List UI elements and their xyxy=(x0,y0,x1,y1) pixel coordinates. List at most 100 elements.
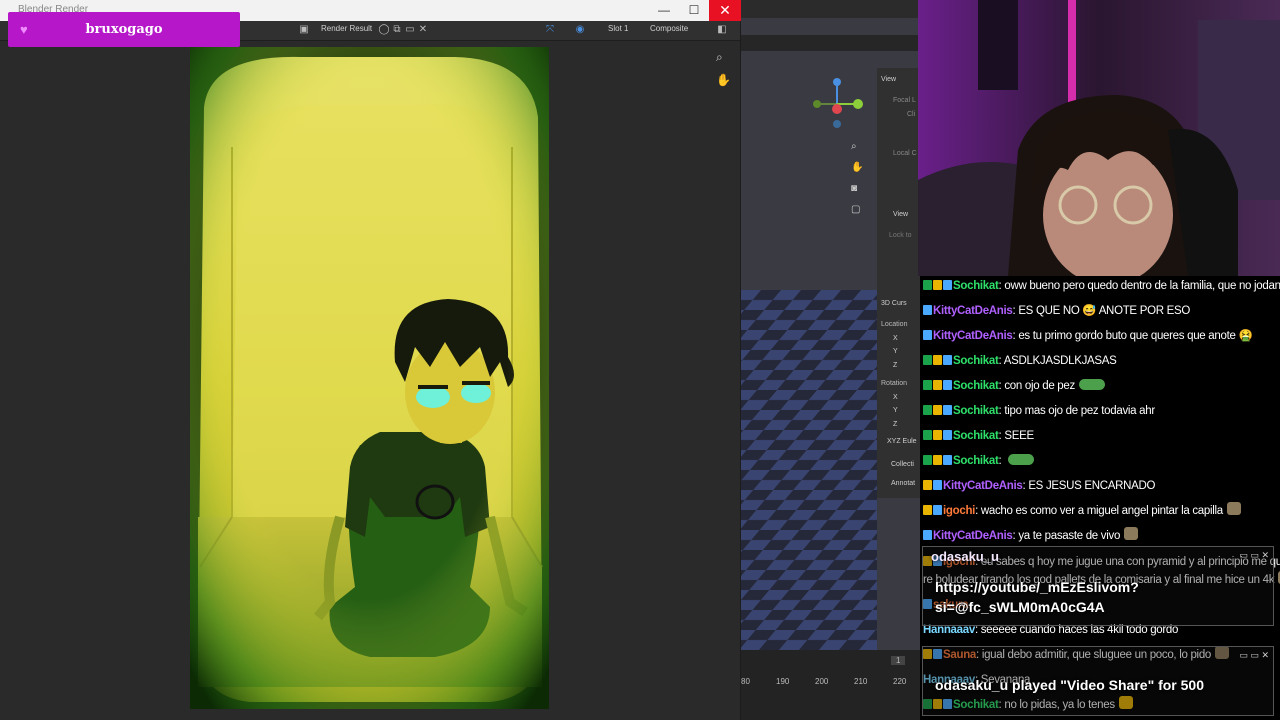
3d-cursor-header[interactable]: 3D Curs xyxy=(881,300,907,307)
subscriber-badge-icon xyxy=(943,455,952,465)
timeline-tick: 190 xyxy=(776,677,790,686)
sidebar-npanel: View Focal L Cli Local C View Lock to 3D… xyxy=(877,68,920,498)
chat-message: KittyCatDeAnis: ES JESUS ENCARNADO xyxy=(923,476,1156,496)
slot-dropdown[interactable]: Slot 1 xyxy=(608,24,628,33)
emote-icon xyxy=(1124,527,1139,540)
unlink-icon[interactable]: ✕ xyxy=(417,24,429,36)
chat-message: Sochikat: con ojo de pez xyxy=(923,376,1105,396)
alert-link[interactable]: https://youtube/_mEzEslivom? xyxy=(935,579,1139,595)
local-camera-label: Local C xyxy=(893,150,917,157)
folder-icon[interactable]: ▭ xyxy=(404,24,416,36)
image-icon[interactable]: ▣ xyxy=(298,24,310,36)
subscriber-badge-icon xyxy=(943,380,952,390)
chat-username: KittyCatDeAnis xyxy=(933,530,1013,542)
overlay-icon[interactable]: ◉ xyxy=(574,24,586,36)
clip-label: Cli xyxy=(907,111,916,118)
streamer-name: bruxogago xyxy=(85,22,163,37)
streamer-name-banner: ♥ bruxogago xyxy=(8,12,240,47)
gizmo-icon[interactable]: ⤧ xyxy=(544,24,556,36)
crown-badge-icon xyxy=(933,380,942,390)
crown-badge-icon xyxy=(923,505,932,515)
chat-message: igochi: wacho es como ver a miguel angel… xyxy=(923,501,1241,521)
viewport-header xyxy=(741,35,920,51)
chat-message: Sochikat: oww bueno pero quedo dentro de… xyxy=(923,276,1280,296)
render-side-tools: ⌕ ✋ xyxy=(716,50,731,87)
chat-text: wacho es como ver a miguel angel pintar … xyxy=(980,505,1223,517)
subscriber-badge-icon xyxy=(943,355,952,365)
chat-message: Sochikat: SEEE xyxy=(923,426,1034,446)
crown-badge-icon xyxy=(933,405,942,415)
chat-username: KittyCatDeAnis xyxy=(933,305,1013,317)
channels-icon[interactable]: ◧ xyxy=(716,24,728,36)
crown-badge-icon xyxy=(923,480,932,490)
crown-badge-icon xyxy=(933,280,942,290)
subscriber-badge-icon xyxy=(923,530,932,540)
stream-frame: Blender Render — ☐ ✕ ▣ Render Result ◯ ⧉… xyxy=(0,0,1280,720)
chat-message: KittyCatDeAnis: ES QUE NO 😅 ANOTE POR ES… xyxy=(923,301,1190,321)
render-window: Blender Render — ☐ ✕ ▣ Render Result ◯ ⧉… xyxy=(0,0,741,720)
alert-link-2: si=@fc_sWLM0mA0cG4A xyxy=(935,599,1105,615)
zoom-icon[interactable]: ⌕ xyxy=(851,136,863,157)
collection-panel[interactable]: Collecti xyxy=(891,461,914,468)
composite-dropdown[interactable]: Composite xyxy=(650,24,688,33)
chat-message: Sochikat: tipo mas ojo de pez todavia ah… xyxy=(923,401,1155,421)
webcam-feed xyxy=(918,0,1280,276)
render-image xyxy=(190,47,549,709)
chat-message: KittyCatDeAnis: es tu primo gordo buto q… xyxy=(923,326,1253,346)
shield-icon[interactable]: ◯ xyxy=(378,24,390,36)
chat-text: ASDLKJASDLKJASAS xyxy=(1003,355,1117,367)
chat-text: es tu primo gordo buto que queres que an… xyxy=(1018,330,1253,342)
rotation-y-label: Y xyxy=(893,407,898,414)
timeline-tick: 80 xyxy=(741,677,750,686)
navigation-gizmo[interactable] xyxy=(811,72,866,132)
location-x-label: X xyxy=(893,335,898,342)
chat-username: Sochikat xyxy=(953,380,999,392)
crown-badge-icon xyxy=(933,430,942,440)
render-illustration xyxy=(190,47,549,709)
rotation-mode-dropdown[interactable]: XYZ Eule xyxy=(887,438,917,445)
lock-icon[interactable]: ▢ xyxy=(851,199,863,220)
timeline-tick: 220 xyxy=(893,677,907,686)
chat-text: con ojo de pez xyxy=(1004,380,1075,392)
alert-played-text: odasaku_u played "Video Share" for 500 xyxy=(935,677,1205,693)
copy-icon[interactable]: ⧉ xyxy=(391,24,403,36)
chat-text: tipo mas ojo de pez todavia ahr xyxy=(1004,405,1155,417)
blender-viewport: ⌕ ✋ ◙ ▢ View Focal L Cli Local C View Lo… xyxy=(741,0,920,720)
location-z-label: Z xyxy=(893,362,898,369)
subscriber-badge-icon xyxy=(943,430,952,440)
close-button[interactable]: ✕ xyxy=(709,0,741,21)
subscriber-badge-icon xyxy=(943,405,952,415)
location-label: Location xyxy=(881,321,908,328)
annotations-panel[interactable]: Annotat xyxy=(891,480,915,487)
minimize-button[interactable]: — xyxy=(648,0,680,21)
camera-icon[interactable]: ◙ xyxy=(851,178,863,199)
chat-username: Sochikat xyxy=(953,405,999,417)
view-panel-header[interactable]: View xyxy=(881,76,896,83)
zoom-icon[interactable]: ⌕ xyxy=(716,50,731,65)
chat-text: oww bueno pero quedo dentro de la famili… xyxy=(1004,280,1280,292)
subscriber-badge-icon xyxy=(923,305,932,315)
verified-badge-icon xyxy=(923,405,932,415)
chat-text: ES JESUS ENCARNADO xyxy=(1028,480,1156,492)
chat-text: ES QUE NO 😅 ANOTE POR ESO xyxy=(1018,305,1191,317)
subscriber-badge-icon xyxy=(933,505,942,515)
pepe-emote-icon xyxy=(1078,379,1105,390)
rotation-z-label: Z xyxy=(893,421,898,428)
view-lock-header[interactable]: View xyxy=(893,211,908,218)
subscriber-badge-icon xyxy=(933,480,942,490)
verified-badge-icon xyxy=(923,430,932,440)
viewport-topbar xyxy=(741,0,920,18)
location-y-label: Y xyxy=(893,348,898,355)
current-frame[interactable]: 1 xyxy=(891,656,906,665)
maximize-button[interactable]: ☐ xyxy=(678,0,710,21)
viewport-tools: ⌕ ✋ ◙ ▢ xyxy=(851,136,863,220)
hand-icon[interactable]: ✋ xyxy=(716,73,731,87)
subscriber-badge-icon xyxy=(943,280,952,290)
verified-badge-icon xyxy=(923,455,932,465)
window-controls-icon: ▭ ▭ ✕ xyxy=(1239,650,1269,660)
chat-username: Sochikat xyxy=(953,355,999,367)
hand-icon[interactable]: ✋ xyxy=(851,157,863,178)
crown-badge-icon xyxy=(933,455,942,465)
chat-username: KittyCatDeAnis xyxy=(943,480,1023,492)
render-result-label[interactable]: Render Result xyxy=(321,24,372,33)
